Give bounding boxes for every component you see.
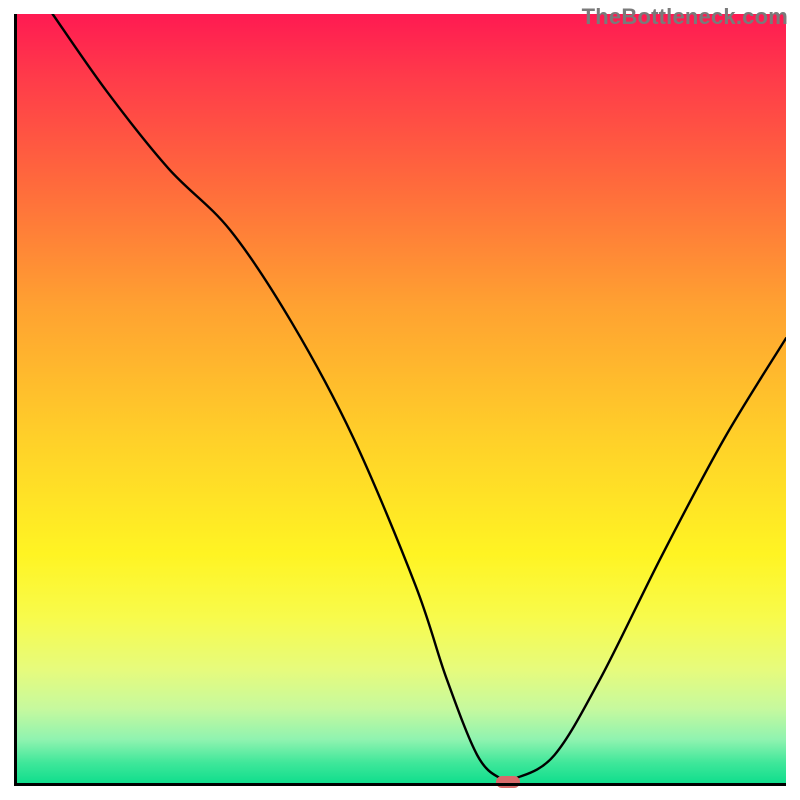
- plot-area: [14, 14, 786, 786]
- watermark-text: TheBottleneck.com: [582, 4, 788, 30]
- x-axis-line: [14, 783, 786, 786]
- y-axis-line: [14, 14, 17, 786]
- chart-container: TheBottleneck.com: [0, 0, 800, 800]
- bottleneck-curve: [14, 14, 786, 786]
